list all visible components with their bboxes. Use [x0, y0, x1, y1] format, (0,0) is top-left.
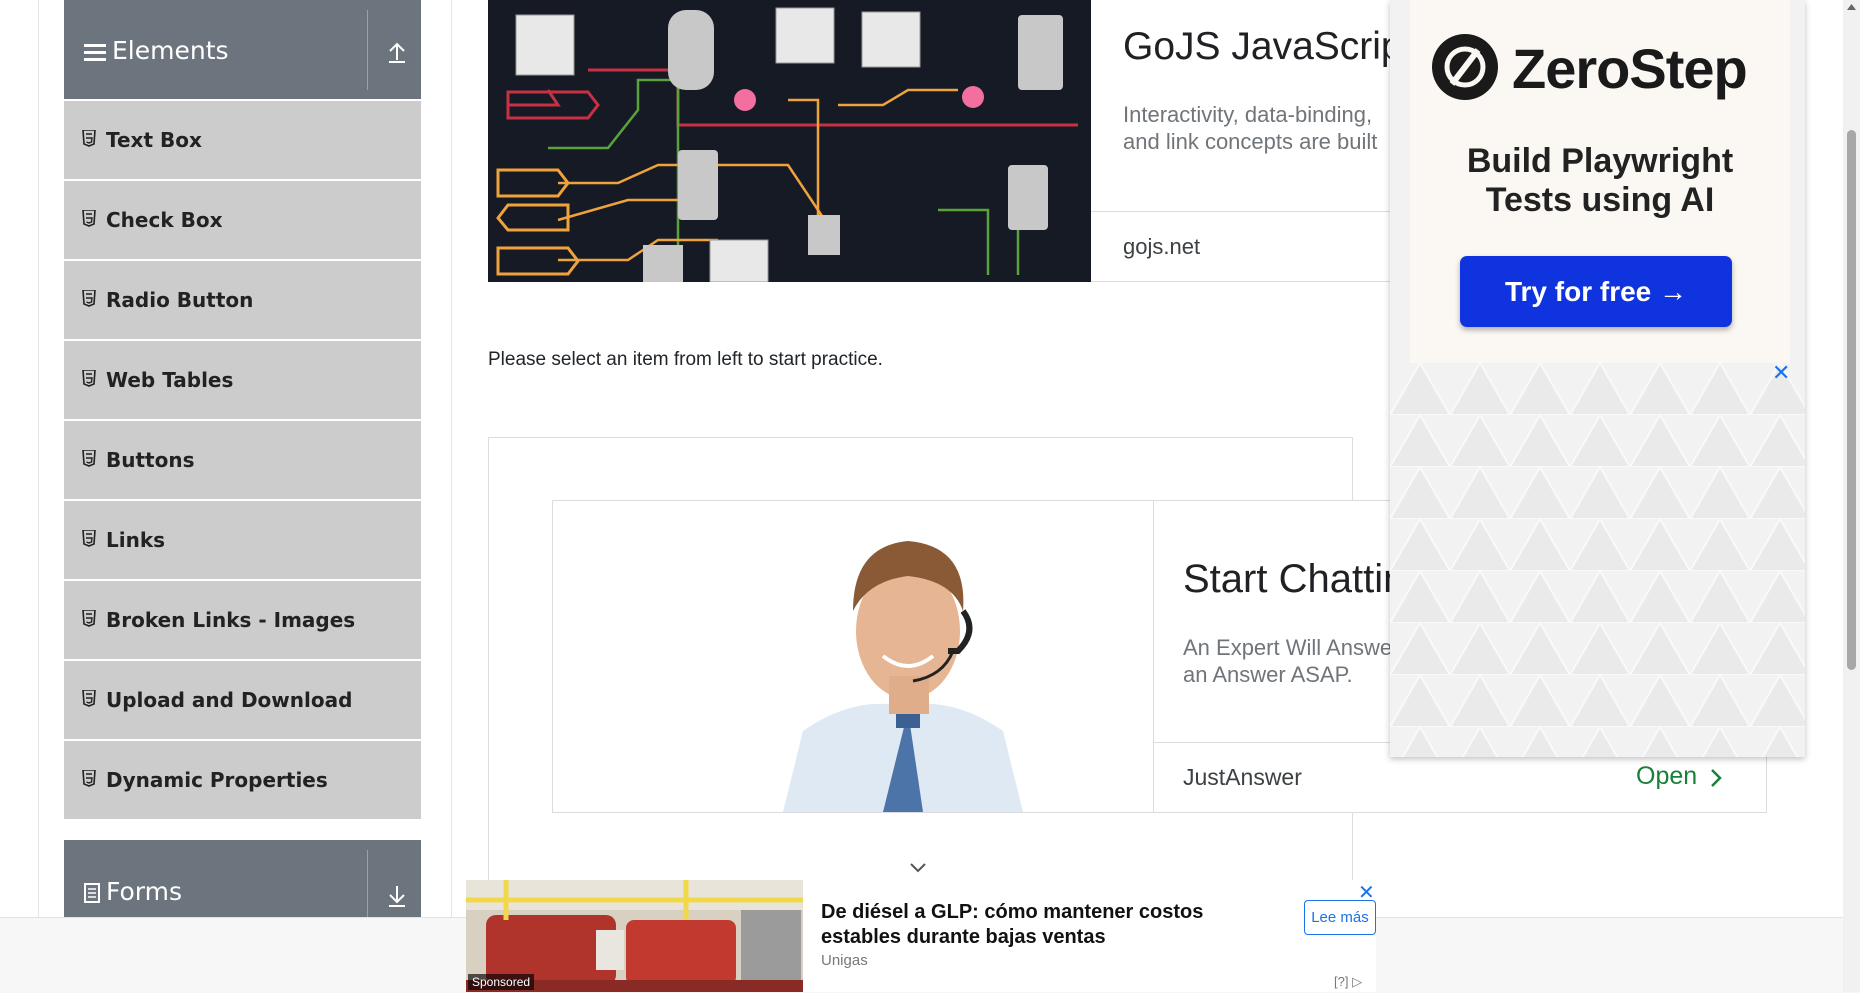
html5-icon [82, 210, 96, 227]
try-for-free-button[interactable]: Try for free → [1460, 256, 1732, 327]
elements-header-label: Elements [112, 36, 229, 65]
close-ad-icon[interactable]: ✕ [1772, 360, 1790, 386]
zerostep-tagline: Build Playwright Tests using AI [1410, 142, 1790, 220]
zs-tagline-line1: Build Playwright [1466, 142, 1734, 180]
scroll-up-arrow-icon[interactable] [1847, 4, 1856, 10]
elements-header-title: Elements [84, 36, 229, 65]
sidebar-item-label: Upload and Download [106, 688, 353, 712]
sidebar-item-label: Web Tables [106, 368, 234, 392]
pattern-background [1390, 363, 1805, 757]
sidebar-item-label: Radio Button [106, 288, 254, 312]
sidebar-item-radio-button[interactable]: Radio Button [64, 261, 421, 341]
lee-mas-button[interactable]: Lee más [1304, 900, 1376, 935]
html5-icon [82, 130, 96, 147]
boiler-room-image: Sponsored [466, 880, 803, 992]
zerostep-brand: ZeroStep [1512, 37, 1748, 100]
bottom-sponsored-ad[interactable]: Sponsored De diésel a GLP: cómo mantener… [466, 880, 1376, 992]
sidebar-item-label: Check Box [106, 208, 223, 232]
gojs-desc-line1: Interactivity, data-binding, [1123, 102, 1373, 127]
forms-header-title: Forms [84, 877, 182, 906]
sidebar-item-upload-download[interactable]: Upload and Download [64, 661, 421, 741]
divider [1091, 281, 1423, 282]
sidebar-item-label: Links [106, 528, 166, 552]
gojs-ad[interactable]: GoJS JavaScript Interactivity, data-bind… [488, 0, 1423, 282]
sidebar-item-text-box[interactable]: Text Box [64, 101, 421, 181]
html5-icon [82, 530, 96, 547]
page-scrollbar[interactable] [1843, 0, 1860, 992]
justanswer-brand: JustAnswer [1183, 764, 1302, 790]
adchoices-label: [?] [1334, 974, 1349, 989]
sidebar-item-label: Broken Links - Images [106, 608, 356, 632]
sidebar-item-dynamic-properties[interactable]: Dynamic Properties [64, 741, 421, 821]
ja-desc-line2: an Answer ASAP. [1183, 662, 1353, 687]
bottom-ad-title[interactable]: De diésel a GLP: cómo mantener costos es… [821, 900, 1221, 950]
open-link[interactable]: Open [1636, 762, 1697, 791]
sidebar-item-check-box[interactable]: Check Box [64, 181, 421, 261]
adchoices-icon[interactable]: [?] ▷ [1334, 974, 1362, 990]
chevron-down-icon[interactable] [909, 862, 927, 874]
bottom-ad-brand: Unigas [821, 952, 868, 969]
collapse-up-icon[interactable] [382, 38, 412, 68]
justanswer-ad-description: An Expert Will Answer an Answer ASAP. [1183, 634, 1399, 688]
gojs-ad-domain[interactable]: gojs.net [1123, 234, 1200, 260]
sidebar-item-label: Text Box [106, 128, 202, 152]
html5-icon [82, 450, 96, 467]
sidebar-item-links[interactable]: Links [64, 501, 421, 581]
html5-icon [82, 290, 96, 307]
header-divider [367, 10, 368, 90]
sidebar-item-label: Dynamic Properties [106, 768, 328, 792]
zs-tagline-line2: Tests using AI [1485, 181, 1715, 219]
close-ad-icon[interactable]: ✕ [1358, 880, 1375, 905]
forms-group-header[interactable]: Forms [64, 840, 421, 920]
sidebar-item-broken-links[interactable]: Broken Links - Images [64, 581, 421, 661]
sidebar-item-buttons[interactable]: Buttons [64, 421, 421, 501]
ja-desc-line1: An Expert Will Answer [1183, 635, 1400, 660]
chevron-right-icon[interactable] [1709, 767, 1723, 789]
zerostep-ad[interactable]: ZeroStep Build Playwright Tests using AI… [1390, 0, 1805, 757]
scrollbar-thumb[interactable] [1847, 130, 1856, 670]
gojs-ad-title[interactable]: GoJS JavaScript [1123, 25, 1413, 69]
sidebar-item-label: Buttons [106, 448, 195, 472]
expand-down-icon[interactable] [382, 882, 412, 912]
practice-instruction: Please select an item from left to start… [488, 349, 883, 370]
html5-icon [82, 690, 96, 707]
forms-header-label: Forms [106, 877, 183, 906]
sidebar-item-web-tables[interactable]: Web Tables [64, 341, 421, 421]
menu-icon [84, 44, 106, 61]
html5-icon [82, 770, 96, 787]
html5-icon [82, 610, 96, 627]
document-icon [84, 883, 100, 903]
elements-group-header[interactable]: Elements [64, 0, 421, 99]
zerostep-logo-icon [1432, 34, 1498, 100]
header-divider [367, 850, 368, 920]
gojs-diagram-image [488, 0, 1091, 282]
sponsored-label: Sponsored [468, 974, 535, 990]
gojs-desc-line2: and link concepts are built [1123, 129, 1378, 154]
html5-icon [82, 370, 96, 387]
agent-photo [553, 501, 1154, 812]
divider [1091, 211, 1423, 212]
gojs-ad-description: Interactivity, data-binding, and link co… [1123, 101, 1377, 155]
